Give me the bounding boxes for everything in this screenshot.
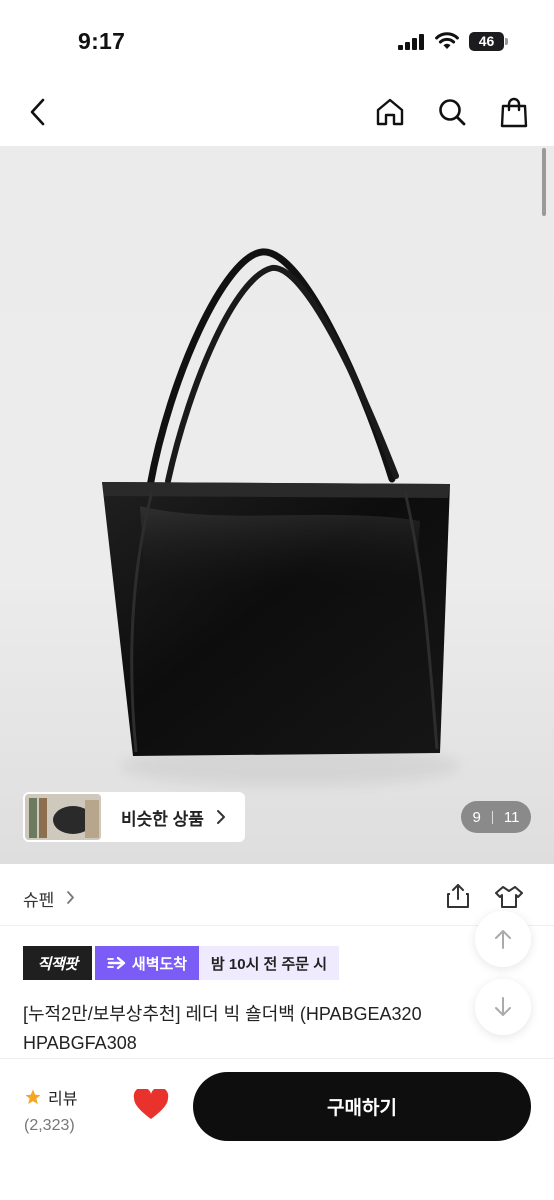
arrow-up-icon [495, 930, 511, 949]
back-button[interactable] [20, 94, 56, 130]
status-time: 9:17 [78, 28, 126, 54]
image-counter-total: 11 [503, 808, 520, 826]
status-bar: 9:17 46 [0, 0, 554, 80]
review-label: 리뷰 [48, 1091, 78, 1108]
cellular-signal-icon [398, 34, 424, 50]
product-title: [누적2만/보부상추천] 레더 빅 숄더백 (HPABGEA320 HPABGF… [23, 1004, 422, 1053]
delivery-arrow-icon [106, 956, 126, 970]
brand-row: 슈펜 [0, 864, 554, 926]
share-icon[interactable] [444, 882, 472, 910]
similar-products-button[interactable]: 비슷한 상품 [23, 792, 245, 842]
home-button[interactable] [372, 94, 408, 130]
dawn-delivery-label: 새벽도착 [131, 955, 188, 973]
bottom-action-bar: 리뷰 (2,323) 구매하기 [0, 1058, 554, 1200]
zigzag-badge: 직잭팟 [23, 946, 92, 980]
chevron-right-icon [67, 891, 74, 904]
fitting-room-hanger-icon[interactable] [493, 882, 525, 910]
order-deadline-badge: 밤 10시 전 주문 시 [199, 946, 339, 980]
chevron-left-icon [30, 98, 45, 126]
shopping-bag-icon [500, 97, 528, 128]
similar-products-label: 비슷한 상품 [121, 809, 204, 829]
review-summary[interactable]: 리뷰 (2,323) [24, 1085, 77, 1135]
star-icon [25, 1089, 41, 1105]
battery-icon: 46 [469, 32, 509, 51]
cart-button[interactable] [496, 94, 532, 130]
similar-products-thumbnail [25, 794, 101, 840]
chevron-right-icon [216, 810, 225, 824]
wifi-icon [435, 32, 459, 49]
brand-link[interactable]: 슈펜 [23, 886, 54, 911]
home-icon [376, 98, 404, 126]
battery-level: 46 [469, 32, 504, 51]
delivery-badges: 직잭팟 새벽도착 밤 10시 전 주문 시 [23, 946, 339, 980]
search-icon [439, 99, 466, 126]
product-image-carousel[interactable]: 비슷한 상품 9 11 [0, 146, 554, 864]
product-image-black-tote-bag [102, 248, 450, 756]
scroll-up-button[interactable] [475, 911, 531, 967]
buy-button[interactable]: 구매하기 [193, 1072, 531, 1141]
image-counter-current: 9 [472, 808, 481, 826]
search-button[interactable] [434, 94, 470, 130]
heart-icon [133, 1087, 169, 1119]
arrow-down-icon [495, 997, 511, 1016]
image-counter: 9 11 [461, 801, 531, 833]
review-count: (2,323) [24, 1117, 75, 1134]
top-nav-bar [0, 80, 554, 146]
wishlist-button[interactable] [133, 1087, 169, 1126]
dawn-delivery-badge: 새벽도착 [95, 946, 199, 980]
scroll-down-button[interactable] [475, 979, 531, 1035]
